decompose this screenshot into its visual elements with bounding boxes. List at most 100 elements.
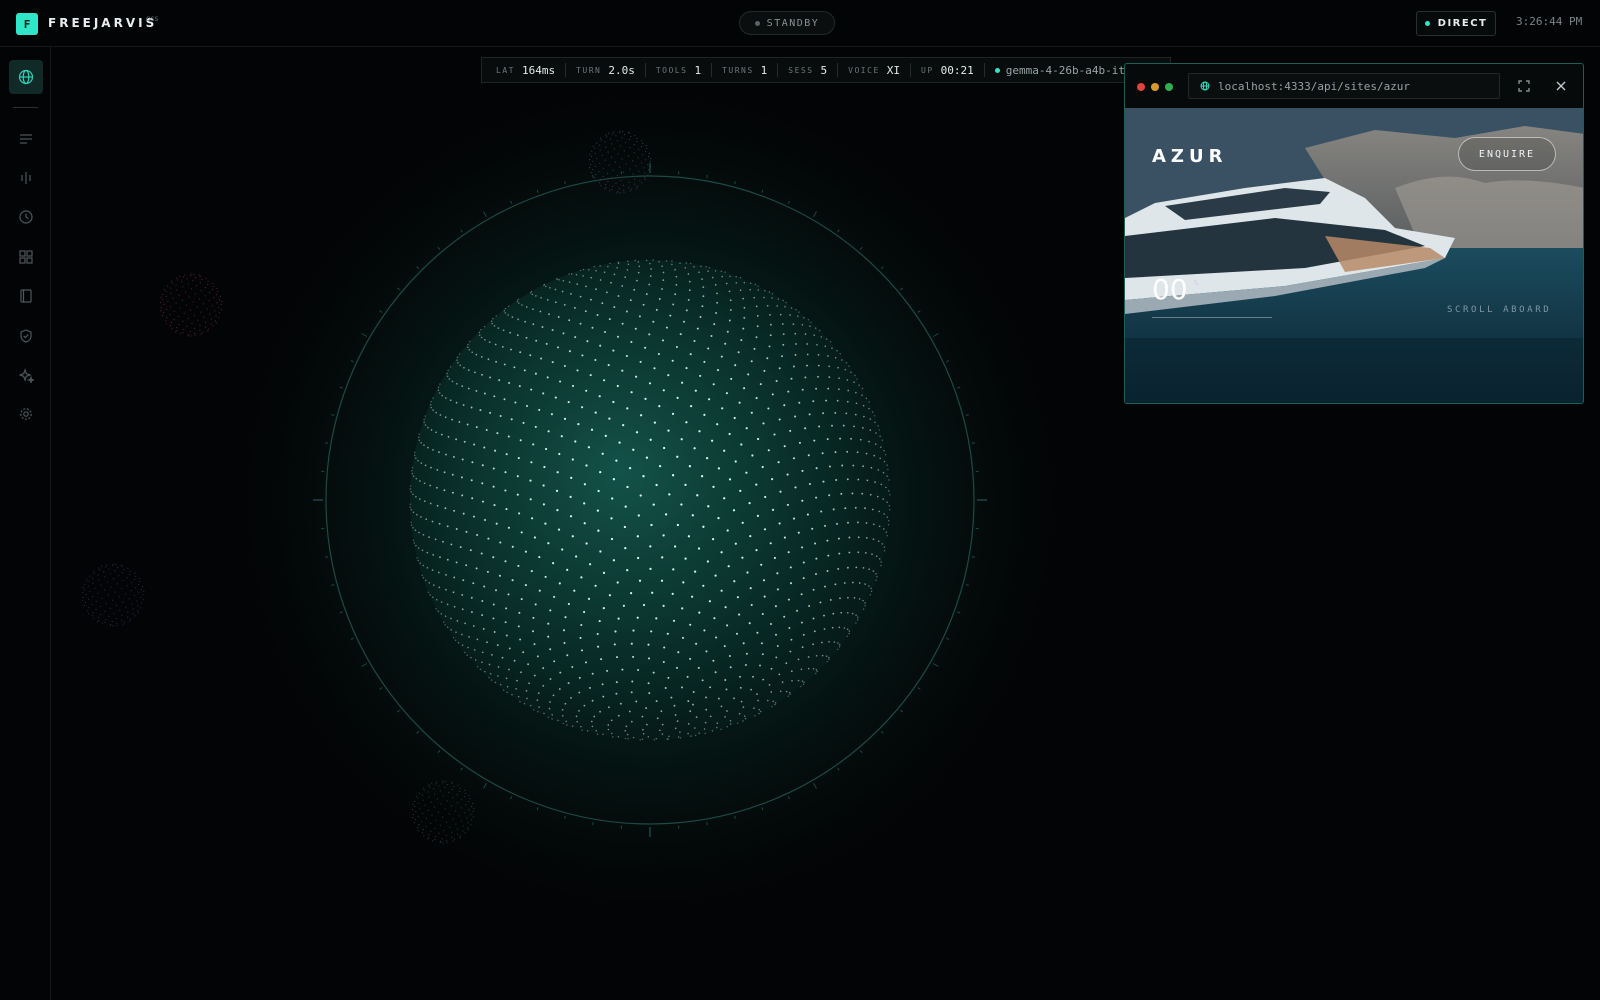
- orb-particle: [450, 543, 453, 546]
- orb-particle: [459, 546, 462, 549]
- sidebar-item-waveform[interactable]: [9, 161, 43, 195]
- orb-particle: [484, 670, 486, 673]
- satellite-particle: [412, 813, 414, 816]
- orb-particle: [555, 489, 559, 493]
- orb-particle: [687, 273, 690, 275]
- satellite-particle: [455, 823, 457, 825]
- orb-particle: [776, 305, 779, 307]
- orb-particle: [483, 518, 487, 522]
- satellite-particle: [636, 137, 638, 139]
- orb-particle: [473, 515, 475, 518]
- orb-particle: [763, 296, 765, 299]
- orb-particle: [432, 554, 435, 556]
- orb-particle: [492, 617, 495, 620]
- orb-particle: [797, 531, 800, 534]
- loading-underline: [1152, 317, 1272, 318]
- orb-particle: [469, 549, 472, 552]
- orb-particle: [576, 720, 578, 723]
- orb-particle: [601, 683, 604, 686]
- site-preview[interactable]: AZUR ENQUIRE 00 % SCROLL ABOARD: [1125, 108, 1583, 403]
- orb-particle: [855, 391, 857, 394]
- orb-particle: [551, 718, 553, 720]
- stat-voice: VOICE XI: [838, 63, 912, 77]
- orb-particle: [800, 621, 803, 624]
- orb-particle: [681, 607, 684, 610]
- satellite-particle: [600, 139, 602, 141]
- satellite-particle: [456, 794, 458, 796]
- orb-particle: [499, 541, 502, 544]
- sidebar-item-library[interactable]: [9, 279, 43, 313]
- sidebar-item-globe[interactable]: [9, 60, 43, 94]
- sidebar-item-ai[interactable]: [9, 358, 43, 392]
- orb-particle: [742, 706, 745, 708]
- orb-particle: [505, 607, 508, 610]
- orb-particle: [804, 333, 807, 335]
- sidebar-item-apps[interactable]: [9, 240, 43, 274]
- orb-particle: [787, 390, 790, 393]
- satellite-particle: [425, 825, 427, 828]
- sidebar-item-security[interactable]: [9, 319, 43, 353]
- satellite-particle: [616, 140, 619, 142]
- satellite-particle: [470, 824, 472, 826]
- orb-particle: [820, 510, 823, 513]
- orb-particle: [685, 367, 688, 370]
- orb-particle: [746, 571, 749, 574]
- satellite-particle: [163, 311, 165, 314]
- close-button[interactable]: [1552, 77, 1570, 95]
- status-pill[interactable]: STANDBY: [739, 11, 835, 35]
- orb-particle: [461, 458, 464, 461]
- satellite-particle: [179, 275, 181, 277]
- satellite-particle: [647, 174, 649, 176]
- app-logo[interactable]: F: [16, 13, 38, 35]
- satellite-particle: [642, 142, 644, 144]
- sidebar-item-history[interactable]: [9, 200, 43, 234]
- orb-particle: [588, 686, 591, 689]
- orb-particle: [806, 364, 808, 367]
- satellite-particle: [171, 282, 173, 284]
- orb-particle: [729, 309, 732, 311]
- satellite-particle: [179, 307, 181, 309]
- sidebar-item-settings[interactable]: [9, 397, 43, 431]
- satellite-particle: [606, 172, 609, 174]
- orb-particle: [887, 524, 890, 526]
- enquire-button[interactable]: ENQUIRE: [1458, 137, 1556, 171]
- orb-particle: [595, 288, 597, 291]
- orb-particle: [802, 683, 805, 686]
- orb-particle: [775, 633, 777, 636]
- orb-particle: [789, 566, 792, 569]
- satellite-particle: [136, 610, 139, 612]
- orb-particle: [479, 409, 482, 412]
- orb-particle: [857, 478, 860, 481]
- satellite-particle: [596, 157, 598, 159]
- maximize-dot[interactable]: [1165, 83, 1173, 91]
- orb-particle: [651, 591, 654, 594]
- orb-particle: [715, 312, 718, 314]
- mode-button[interactable]: DIRECT: [1416, 11, 1496, 36]
- orb-particle: [411, 469, 413, 472]
- url-bar[interactable]: localhost:4333/api/sites/azur: [1188, 73, 1500, 99]
- orb-particle: [481, 661, 483, 663]
- orb-particle: [737, 722, 739, 724]
- satellite-particle: [177, 315, 180, 317]
- orb-particle: [629, 299, 632, 302]
- site-logo[interactable]: AZUR: [1152, 146, 1227, 167]
- sidebar-item-list[interactable]: [9, 122, 43, 156]
- orb-particle: [630, 391, 633, 394]
- close-dot[interactable]: [1137, 83, 1145, 91]
- orb-particle: [583, 502, 586, 505]
- orb-particle: [819, 601, 822, 604]
- orb-particle: [655, 737, 658, 740]
- orb-particle: [537, 692, 540, 694]
- minimize-dot[interactable]: [1151, 83, 1159, 91]
- satellite-particle: [194, 332, 196, 334]
- orb-particle: [828, 640, 830, 643]
- satellite-particle: [422, 794, 424, 796]
- orb-particle: [443, 489, 446, 492]
- orb-particle: [591, 672, 594, 675]
- orb-particle: [498, 379, 501, 382]
- expand-button[interactable]: [1515, 77, 1533, 95]
- satellite-particle: [440, 841, 442, 843]
- satellite-particle: [171, 328, 173, 330]
- orb-particle: [828, 494, 831, 497]
- orb-particle: [883, 528, 885, 530]
